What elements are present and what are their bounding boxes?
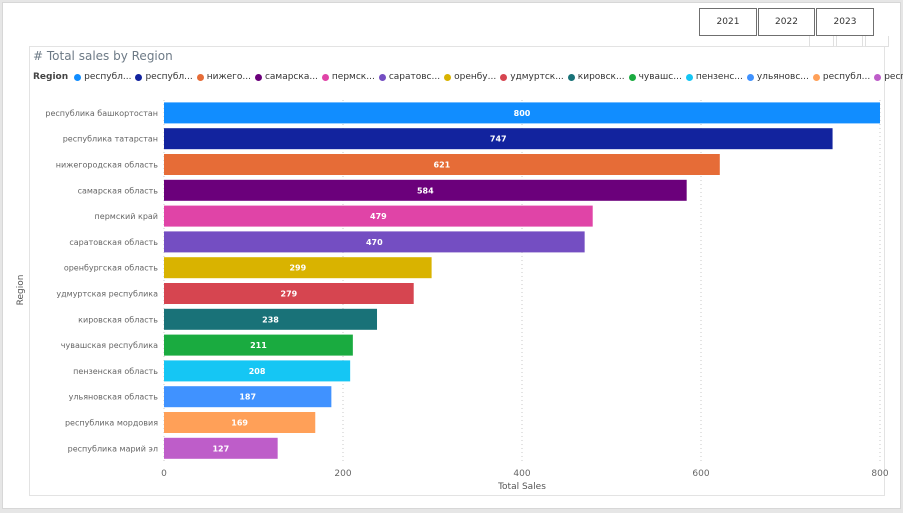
legend-item[interactable]: кировск... bbox=[567, 72, 625, 82]
legend-label: кировск... bbox=[577, 72, 625, 82]
year-filter-2022[interactable]: 2022 bbox=[758, 8, 815, 36]
legend-dot-icon bbox=[500, 73, 508, 81]
legend-item[interactable]: республ... bbox=[135, 72, 193, 82]
legend-item[interactable]: нижего... bbox=[196, 72, 251, 82]
legend-dot-icon bbox=[628, 73, 636, 81]
x-axis-title: Total Sales bbox=[498, 482, 546, 492]
legend-label: нижего... bbox=[206, 72, 251, 82]
legend-label: пензенс... bbox=[695, 72, 743, 82]
legend-item[interactable]: самарска... bbox=[254, 72, 318, 82]
legend-dot-icon bbox=[321, 73, 329, 81]
pin-icon[interactable] bbox=[809, 36, 834, 47]
more-options-icon[interactable] bbox=[865, 36, 889, 47]
legend-dot-icon bbox=[444, 73, 452, 81]
legend-label: республ... bbox=[84, 72, 132, 82]
legend-label: удмуртск... bbox=[510, 72, 564, 82]
legend-label: пермск... bbox=[331, 72, 375, 82]
legend-dot-icon bbox=[378, 73, 386, 81]
legend-item[interactable]: чувашс... bbox=[628, 72, 682, 82]
legend-item[interactable]: оренбу... bbox=[444, 72, 496, 82]
legend-dot-icon bbox=[567, 73, 575, 81]
filter-icon[interactable] bbox=[836, 36, 863, 47]
chart-title: # Total sales by Region bbox=[33, 49, 173, 63]
legend-dot-icon bbox=[254, 73, 262, 81]
legend-dot-icon bbox=[812, 73, 820, 81]
legend-dot-icon bbox=[685, 73, 693, 81]
legend-dot-icon bbox=[874, 73, 882, 81]
legend-dot-icon bbox=[135, 73, 143, 81]
legend-label: саратовс... bbox=[388, 72, 441, 82]
legend-label: самарска... bbox=[264, 72, 318, 82]
legend-label: ульяновс... bbox=[756, 72, 809, 82]
legend-label: республ... bbox=[145, 72, 193, 82]
legend-label: республ... bbox=[884, 72, 903, 82]
legend-label: оренбу... bbox=[454, 72, 497, 82]
legend-item[interactable]: саратовс... bbox=[378, 72, 441, 82]
visual-header-icons bbox=[809, 36, 889, 48]
legend-item[interactable]: удмуртск... bbox=[500, 72, 564, 82]
bar-chart-visual[interactable] bbox=[29, 46, 885, 496]
chart-legend: Region республ... республ... нижего... сама… bbox=[33, 70, 903, 84]
legend-dot-icon bbox=[74, 73, 82, 81]
year-filter-2021[interactable]: 2021 bbox=[699, 8, 757, 36]
legend-label: чувашс... bbox=[638, 72, 682, 82]
legend-label: республ... bbox=[822, 72, 871, 82]
legend-item[interactable]: пензенс... bbox=[685, 72, 743, 82]
y-axis-title: Region bbox=[16, 274, 26, 306]
legend-item[interactable]: республ... bbox=[874, 72, 903, 82]
legend-item[interactable]: пермск... bbox=[321, 72, 375, 82]
legend-item[interactable]: республ... bbox=[74, 72, 131, 82]
legend-dot-icon bbox=[196, 73, 204, 81]
legend-item[interactable]: республ... bbox=[812, 72, 871, 82]
legend-item[interactable]: ульяновс... bbox=[746, 72, 809, 82]
legend-dot-icon bbox=[746, 73, 754, 81]
year-filter-2023[interactable]: 2023 bbox=[816, 8, 874, 36]
legend-title: Region bbox=[33, 72, 69, 82]
